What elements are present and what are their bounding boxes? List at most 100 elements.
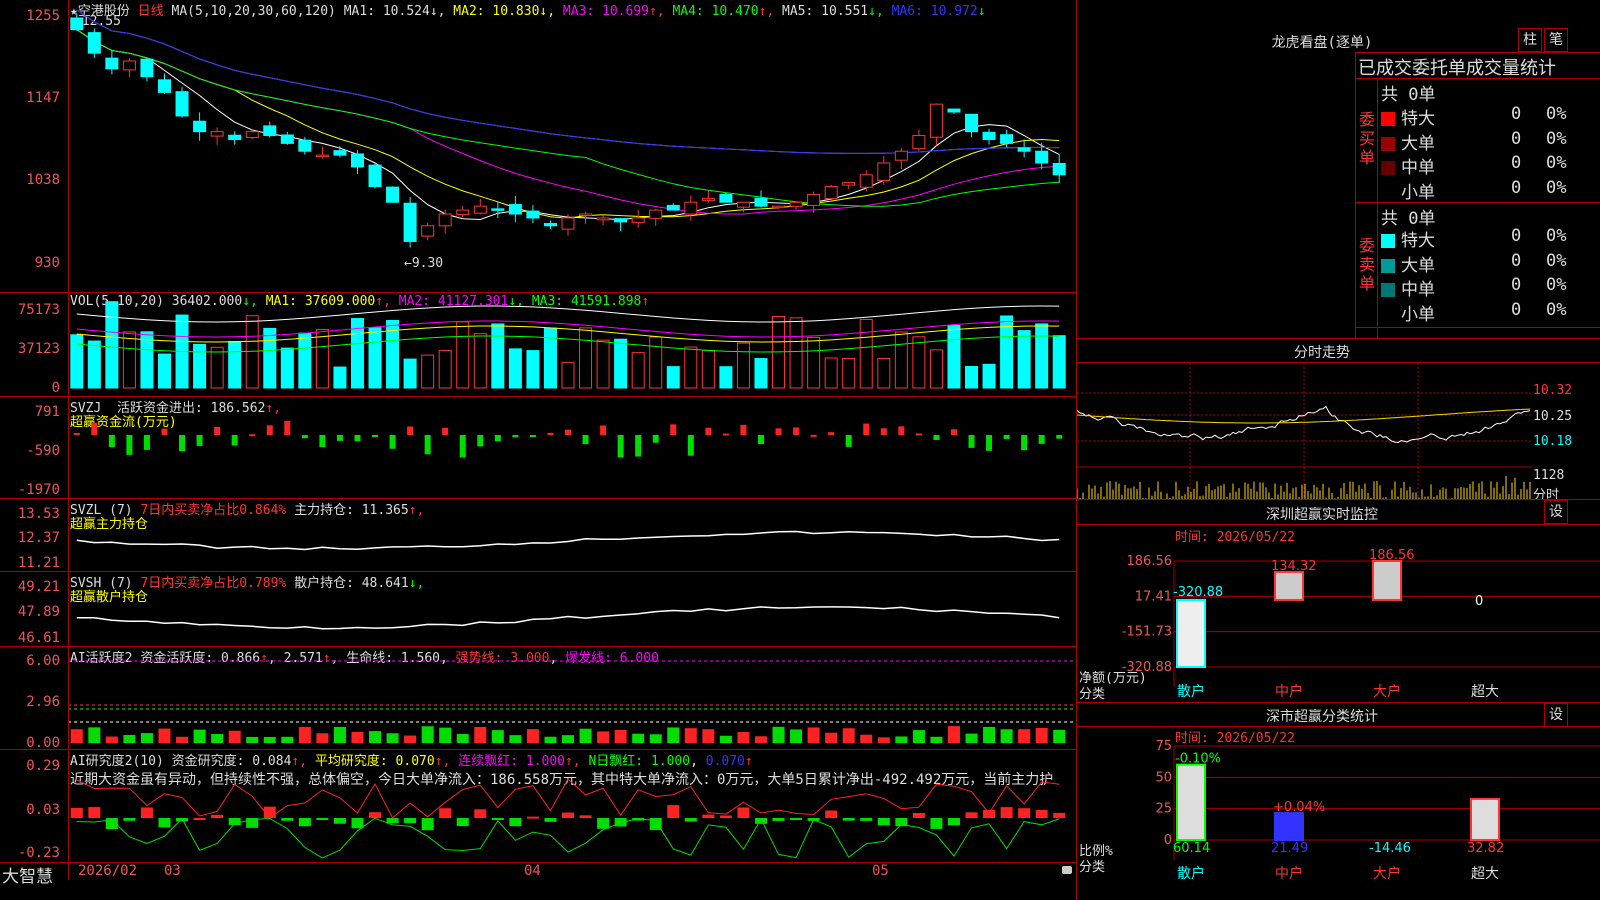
research-bar — [70, 807, 83, 818]
legend-swatch — [1381, 258, 1395, 273]
research-bar — [123, 818, 136, 821]
candle-body — [736, 201, 750, 208]
order-count: 0 — [1511, 177, 1522, 198]
date-label: 03 — [164, 863, 181, 879]
volume-bar — [719, 366, 733, 389]
fund-flow-bar — [582, 435, 589, 445]
category-label: 散户 — [1177, 683, 1205, 700]
activity-bar — [246, 736, 259, 743]
research-bar — [211, 814, 224, 818]
svsh-axis-label: 46.61 — [17, 630, 60, 646]
intraday-vol-axis: 1128 — [1533, 468, 1565, 483]
research-bar — [684, 818, 697, 822]
volume-bar — [859, 318, 873, 389]
fund-flow-bar — [600, 425, 607, 435]
order-percent: 0% — [1546, 104, 1567, 124]
research-bar — [456, 818, 469, 827]
axis-label: 0 — [1164, 833, 1172, 848]
volume-bar — [508, 348, 522, 389]
divider — [1077, 726, 1600, 727]
research-bar — [439, 808, 452, 818]
legend-swatch — [1381, 136, 1395, 151]
fund-flow-bar — [547, 432, 554, 435]
main-chart-area[interactable]: 1255 1147 1038 930 ★空港股份 日线 MA(5,10,20,3… — [0, 0, 1076, 900]
candle-body — [368, 164, 382, 188]
research-bar — [912, 812, 925, 818]
class-title: 深市超赢分类统计 — [1266, 709, 1378, 725]
legend-swatch — [1381, 307, 1395, 322]
volume-bar — [157, 353, 171, 389]
ma-line — [76, 29, 1060, 207]
candle-body — [579, 213, 593, 216]
volume-bar — [824, 357, 838, 389]
class-settings-button[interactable]: 设 — [1544, 703, 1568, 727]
research-bar — [158, 818, 171, 828]
research-bar — [281, 818, 294, 821]
activity-bar — [614, 729, 627, 743]
research-line — [76, 817, 1060, 859]
volume-bar — [596, 339, 610, 389]
intraday-title: 分时走势 — [1294, 345, 1350, 361]
volume-bar — [456, 321, 470, 389]
volume-chart — [70, 301, 1066, 389]
activity-bar — [333, 726, 346, 743]
fund-flow-bar — [617, 435, 624, 458]
research-bar — [877, 818, 890, 826]
fund-flow-bar — [477, 435, 484, 447]
activity-bar — [193, 729, 206, 743]
fund-flow-bar — [793, 427, 800, 435]
fund-flow-bar — [354, 435, 361, 442]
class-chart: 75 50 25 0 散户 中户 大户 超大 -0.10% 60.14 +0.04% 21.49 -14… — [1155, 740, 1600, 882]
fund-flow-bar — [301, 435, 308, 439]
fund-flow-bar — [424, 435, 431, 455]
candle-body — [438, 213, 452, 227]
fund-flow-bar — [950, 429, 957, 435]
fund-flow-bar — [828, 432, 835, 435]
candle-body — [614, 218, 628, 223]
axis-label: 186.56 — [1127, 554, 1173, 569]
activity-bar — [737, 732, 750, 743]
svzl-axis-label: 11.21 — [17, 555, 60, 571]
bar-top-label: +0.04% — [1273, 800, 1325, 815]
volume-bar — [70, 334, 84, 389]
lock-icon[interactable] — [1062, 866, 1072, 874]
monitor-settings-button[interactable]: 设 — [1544, 500, 1568, 524]
candle-body — [70, 17, 84, 31]
fund-flow-bar — [880, 428, 887, 435]
brand-logo[interactable]: 大智慧 — [2, 862, 53, 887]
sell-label: 委卖单 — [1359, 236, 1376, 293]
ma-line — [76, 9, 1060, 154]
activity-bar — [491, 730, 504, 743]
bar-view-button[interactable]: 柱 — [1518, 28, 1542, 52]
activity-bar — [825, 732, 838, 743]
candle-body — [701, 197, 715, 201]
candle-body — [105, 57, 119, 70]
activity-bar — [404, 735, 417, 743]
category-label: 超大 — [1471, 684, 1499, 700]
axis-label: 25 — [1155, 802, 1172, 817]
research-bar — [386, 818, 399, 824]
divider — [1355, 78, 1600, 79]
fund-flow-bar — [845, 435, 852, 447]
fund-flow-bar — [986, 435, 993, 451]
candle-body — [789, 201, 803, 207]
volume-bar — [421, 354, 435, 389]
order-type: 中单 — [1401, 158, 1435, 178]
research-bar — [947, 818, 960, 826]
research-bar — [88, 807, 101, 818]
candle-body — [947, 108, 961, 113]
axis-label: 75 — [1155, 740, 1172, 754]
fund-flow-bar — [284, 420, 291, 435]
volume-bar — [965, 365, 979, 389]
axis-label: 17.41 — [1135, 589, 1172, 604]
tick-view-button[interactable]: 笔 — [1544, 28, 1568, 52]
volume-bar — [333, 366, 347, 389]
fund-flow-bar — [740, 424, 747, 435]
monitor-bar — [1176, 598, 1206, 668]
volume-bar — [1017, 330, 1031, 389]
fund-flow-bar — [1021, 435, 1028, 451]
fund-flow-bar — [266, 425, 273, 435]
category-label: 中户 — [1275, 683, 1303, 700]
activity-bar — [702, 729, 715, 743]
divider — [1077, 702, 1600, 703]
